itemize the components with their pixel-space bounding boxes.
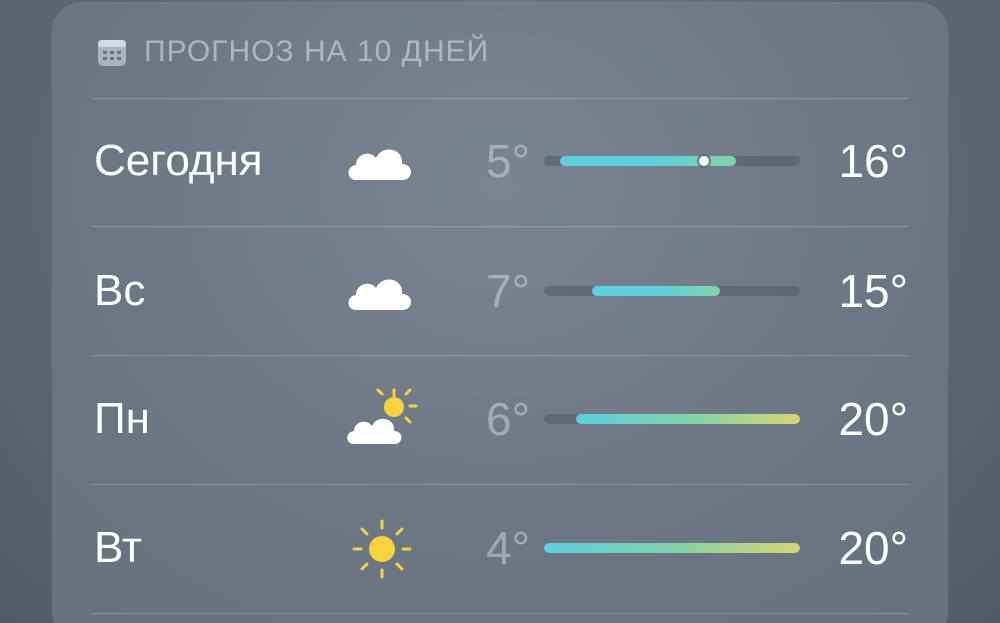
temp-range-fill <box>576 414 800 424</box>
low-temp: 4° <box>486 522 530 574</box>
low-temp: 5° <box>486 135 530 187</box>
cloud-icon <box>348 149 411 180</box>
forecast-header: ПРОГНОЗ НА 10 ДНЕЙ <box>96 32 489 72</box>
temp-range-fill <box>560 156 736 166</box>
day-label: Вс <box>94 266 146 315</box>
temp-range-bar <box>544 286 800 296</box>
forecast-row-today[interactable]: Сегодня 5° 16° <box>52 98 948 226</box>
forecast-row-sun[interactable]: Вс 7° 15° <box>52 228 948 356</box>
partly-sunny-icon <box>347 388 418 444</box>
forecast-row-tue[interactable]: Вт 4° 20° <box>52 485 948 613</box>
low-temp: 7° <box>486 265 530 317</box>
current-temp-dot <box>699 156 709 166</box>
divider <box>92 613 908 614</box>
temp-range-fill <box>544 543 800 553</box>
day-label: Сегодня <box>94 136 263 185</box>
day-label: Пн <box>94 394 150 443</box>
forecast-row-mon[interactable]: Пн 6° 20° <box>52 356 948 484</box>
high-temp: 16° <box>838 135 908 187</box>
cloud-icon <box>348 279 411 310</box>
high-temp: 20° <box>838 522 908 574</box>
temp-range-fill <box>592 286 720 296</box>
sun-icon <box>352 519 412 579</box>
forecast-card: ПРОГНОЗ НА 10 ДНЕЙ Сегодня 5° 16° Вс 7° … <box>52 2 948 623</box>
day-label: Вт <box>94 523 143 572</box>
high-temp: 20° <box>838 393 908 445</box>
calendar-icon <box>98 40 126 66</box>
low-temp: 6° <box>486 393 530 445</box>
forecast-title: ПРОГНОЗ НА 10 ДНЕЙ <box>144 35 490 68</box>
temp-range-bar <box>544 543 800 553</box>
high-temp: 15° <box>838 265 908 317</box>
temp-range-bar <box>544 414 800 424</box>
temp-range-bar <box>544 156 800 166</box>
divider <box>92 226 908 227</box>
